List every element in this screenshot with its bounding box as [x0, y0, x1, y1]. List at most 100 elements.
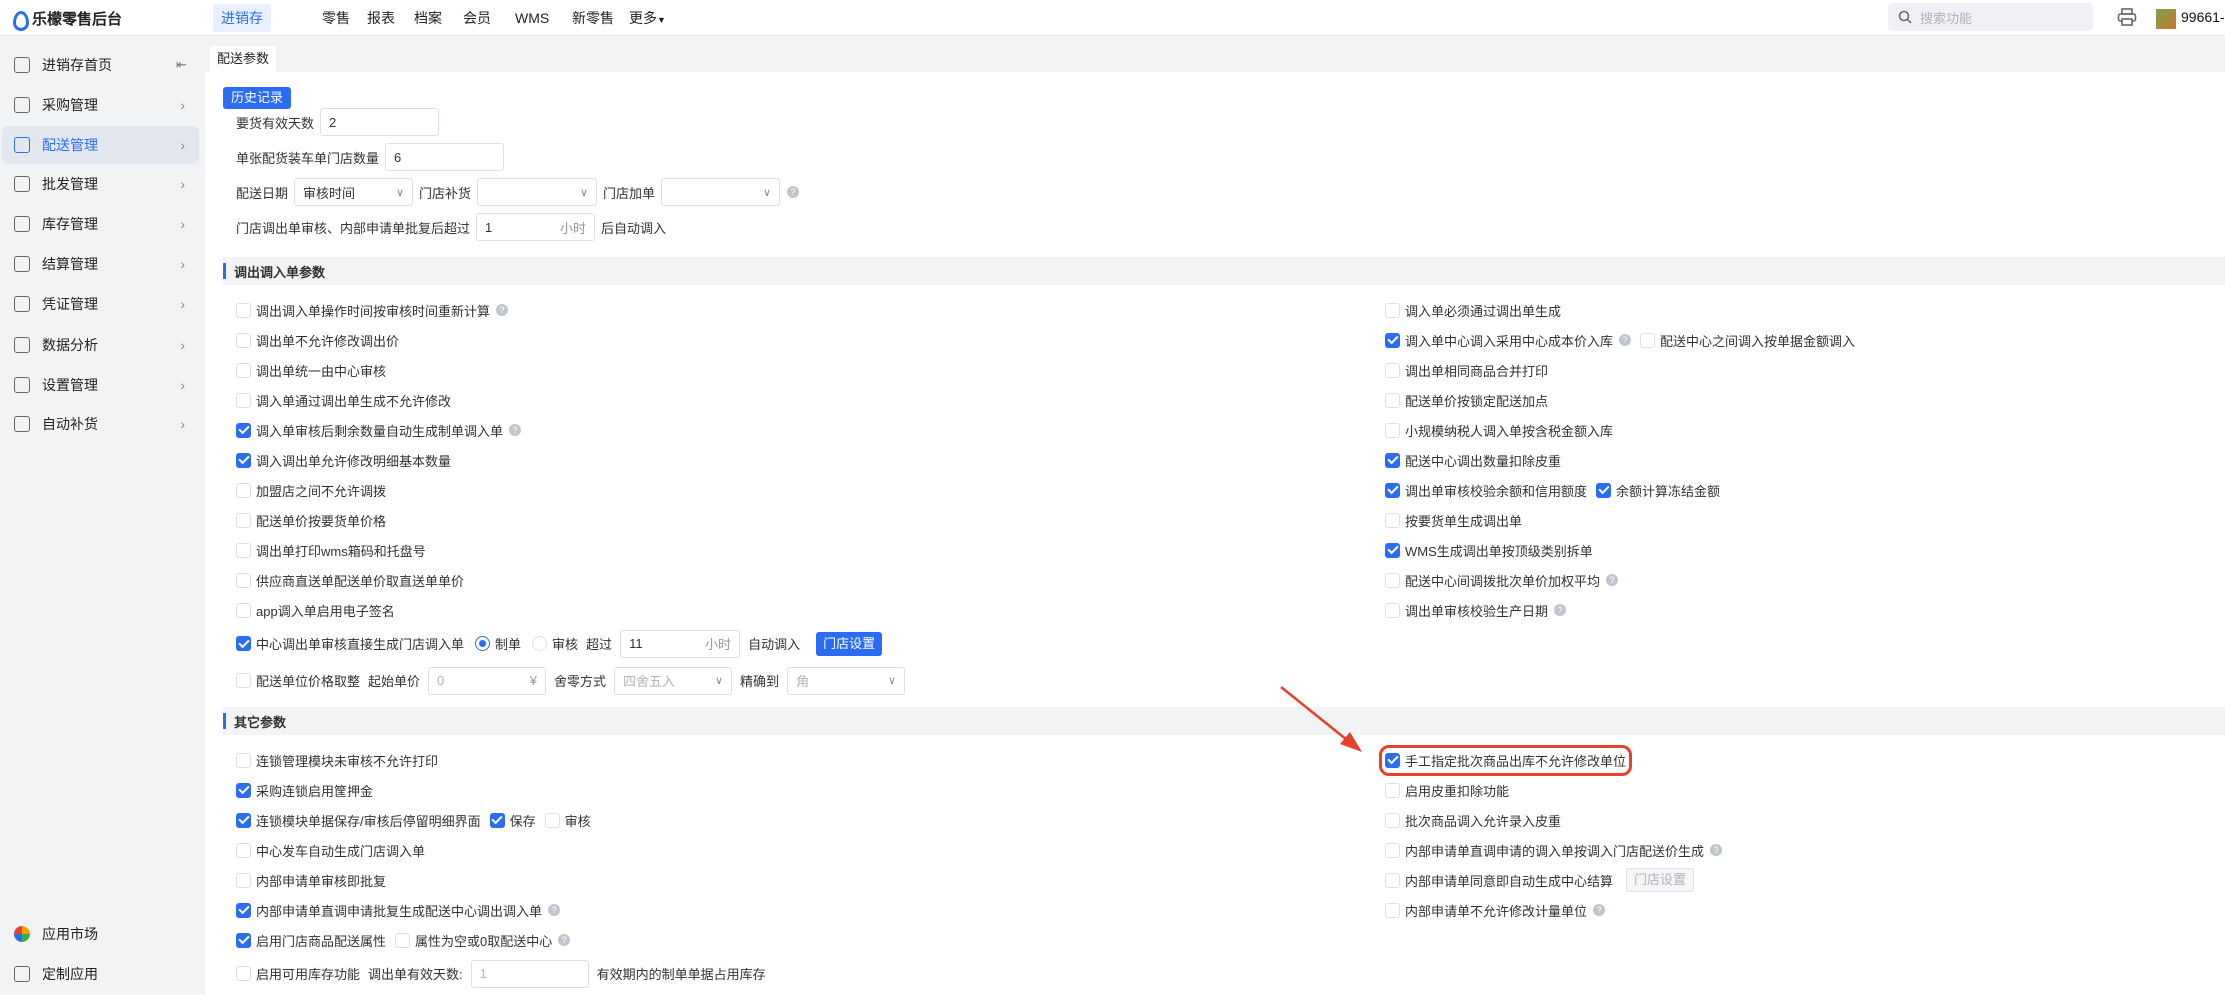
checkbox-option[interactable]: 调入单审核后剩余数量自动生成制单调入单?	[236, 421, 522, 440]
checkbox[interactable]	[236, 452, 251, 468]
checkbox-option[interactable]: 采购连锁启用筐押金	[236, 781, 373, 800]
checkbox-option[interactable]: 内部申请单同意即自动生成中心结算	[1385, 871, 1613, 890]
checkbox-option[interactable]: 调出单统一由中心审核	[236, 361, 386, 380]
checkbox[interactable]	[1385, 512, 1400, 528]
sidebar-bottom-item[interactable]: 应用市场	[2, 915, 199, 953]
checkbox[interactable]	[236, 902, 251, 918]
store-count-input[interactable]: 6	[385, 143, 505, 171]
checkbox-option[interactable]: 调出单相同商品合并打印	[1385, 361, 1548, 380]
checkbox[interactable]	[1385, 812, 1400, 828]
highlighted-checkbox-option[interactable]: 手工指定批次商品出库不允许修改单位	[1378, 744, 1633, 776]
sidebar-item[interactable]: 数据分析 ›	[2, 326, 199, 364]
sidebar-item[interactable]: 自动补货 ›	[2, 405, 199, 443]
help-icon[interactable]: ?	[1593, 904, 1606, 916]
help-icon[interactable]: ?	[1606, 574, 1619, 586]
help-icon[interactable]: ?	[1554, 604, 1567, 616]
checkbox-option[interactable]: 小规模纳税人调入单按含税金额入库	[1385, 421, 1613, 440]
checkbox-option[interactable]: 配送单位价格取整	[236, 671, 360, 690]
checkbox-option[interactable]: 审核	[544, 811, 591, 830]
checkbox-option[interactable]: 配送单价按要货单价格	[236, 511, 386, 530]
checkbox[interactable]	[236, 482, 251, 498]
nav-member[interactable]: 会员	[455, 4, 499, 32]
help-icon[interactable]: ?	[496, 304, 509, 316]
nav-reports[interactable]: 报表	[359, 4, 403, 32]
checkbox-option[interactable]: 配送中心调出数量扣除皮重	[1385, 451, 1561, 470]
help-icon[interactable]: ?	[1619, 334, 1632, 346]
checkbox-option[interactable]: 启用皮重扣除功能	[1385, 781, 1509, 800]
checkbox[interactable]	[395, 932, 411, 948]
checkbox[interactable]	[1385, 602, 1400, 618]
store-settings-button[interactable]: 门店设置	[816, 631, 883, 656]
checkbox-option[interactable]: 调出单不允许修改调出价	[236, 331, 399, 350]
valid-days-input[interactable]: 2	[320, 108, 440, 136]
radio-option[interactable]: 审核	[532, 634, 578, 653]
checkbox-option[interactable]: app调入单启用电子签名	[236, 601, 395, 620]
checkbox-option[interactable]: 调入调出单允许修改明细基本数量	[236, 451, 451, 470]
checkbox-option[interactable]: 内部申请单不允许修改计量单位?	[1385, 901, 1606, 920]
checkbox[interactable]	[1385, 392, 1400, 408]
checkbox[interactable]	[1385, 452, 1400, 468]
checkbox-option[interactable]: 内部申请单审核即批复	[236, 871, 386, 890]
checkbox[interactable]	[1385, 542, 1400, 558]
checkbox-option[interactable]: 中心发车自动生成门店调入单	[236, 841, 425, 860]
checkbox[interactable]	[1385, 782, 1400, 798]
checkbox-option[interactable]: 配送单价按锁定配送加点	[1385, 391, 1548, 410]
checkbox[interactable]	[236, 782, 251, 798]
sidebar-item[interactable]: 配送管理 ›	[2, 126, 199, 164]
delivery-date-select[interactable]: 审核时间 ∨	[294, 178, 414, 206]
avatar[interactable]	[2156, 9, 2176, 29]
checkbox-option[interactable]: 配送中心之间调入按单据金额调入	[1640, 331, 1855, 350]
sidebar-item[interactable]: 批发管理 ›	[2, 165, 199, 203]
text-input[interactable]: 0 ¥	[428, 666, 547, 695]
checkbox-option[interactable]: 批次商品调入允许录入皮重	[1385, 811, 1561, 830]
search-input[interactable]: 搜索功能	[1888, 3, 2093, 31]
store-replenish-select[interactable]: ∨	[477, 178, 598, 206]
checkbox[interactable]	[236, 602, 251, 618]
checkbox-option[interactable]: 内部申请单直调申请批复生成配送中心调出调入单?	[236, 901, 561, 920]
sidebar-item[interactable]: 凭证管理 ›	[2, 285, 199, 323]
checkbox[interactable]	[1385, 752, 1400, 768]
checkbox[interactable]	[236, 752, 251, 768]
checkbox[interactable]	[236, 392, 251, 408]
store-settings-button[interactable]: 门店设置	[1626, 868, 1695, 892]
sidebar-bottom-item[interactable]: 定制应用	[2, 955, 199, 993]
checkbox[interactable]	[236, 332, 251, 348]
help-icon[interactable]: ?	[787, 186, 800, 198]
select-input[interactable]: 四舍五入 ∨	[614, 666, 733, 695]
auto-transfer-hours-input[interactable]: 1 小时	[476, 213, 596, 241]
checkbox[interactable]	[236, 636, 251, 651]
nav-retail[interactable]: 零售	[314, 4, 358, 32]
checkbox-option[interactable]: 内部申请单直调申请的调入单按调入门店配送价生成?	[1385, 841, 1723, 860]
checkbox[interactable]	[1596, 482, 1612, 498]
nav-new-retail[interactable]: 新零售	[564, 4, 622, 32]
help-icon[interactable]: ?	[1710, 844, 1723, 856]
checkbox[interactable]	[1385, 842, 1400, 858]
checkbox-option[interactable]: 启用门店商品配送属性	[236, 931, 386, 950]
printer-icon[interactable]	[2117, 8, 2137, 26]
checkbox-option[interactable]: 调出单审核校验生产日期?	[1385, 601, 1567, 620]
sidebar-item[interactable]: 采购管理 ›	[2, 86, 199, 124]
checkbox-option[interactable]: 调入单中心调入采用中心成本价入库?	[1385, 331, 1632, 350]
checkbox[interactable]	[1385, 482, 1400, 498]
checkbox[interactable]	[236, 842, 251, 858]
sidebar-item[interactable]: 库存管理 ›	[2, 205, 199, 243]
checkbox[interactable]	[236, 872, 251, 888]
nav-archive[interactable]: 档案	[406, 4, 450, 32]
checkbox-option[interactable]: 调出调入单操作时间按审核时间重新计算?	[236, 301, 509, 320]
checkbox-option[interactable]: 加盟店之间不允许调拨	[236, 481, 386, 500]
text-input[interactable]: 11 小时	[620, 629, 741, 658]
checkbox-option[interactable]: 调入单通过调出单生成不允许修改	[236, 391, 451, 410]
checkbox[interactable]	[236, 542, 251, 558]
brand-logo[interactable]: 乐檬零售后台	[12, 8, 122, 29]
checkbox[interactable]	[544, 812, 560, 828]
checkbox-option[interactable]: 供应商直送单配送单价取直送单单价	[236, 571, 464, 590]
radio[interactable]	[532, 636, 548, 651]
checkbox[interactable]	[236, 932, 251, 948]
checkbox[interactable]	[236, 512, 251, 528]
radio[interactable]	[475, 636, 491, 651]
sidebar-item[interactable]: 进销存首页 ⇤	[2, 46, 199, 84]
history-button[interactable]: 历史记录	[223, 87, 291, 109]
checkbox-option[interactable]: 连锁模块单据保存/审核后停留明细界面	[236, 811, 481, 830]
text-input[interactable]: 1	[470, 959, 589, 988]
checkbox[interactable]	[236, 673, 251, 688]
